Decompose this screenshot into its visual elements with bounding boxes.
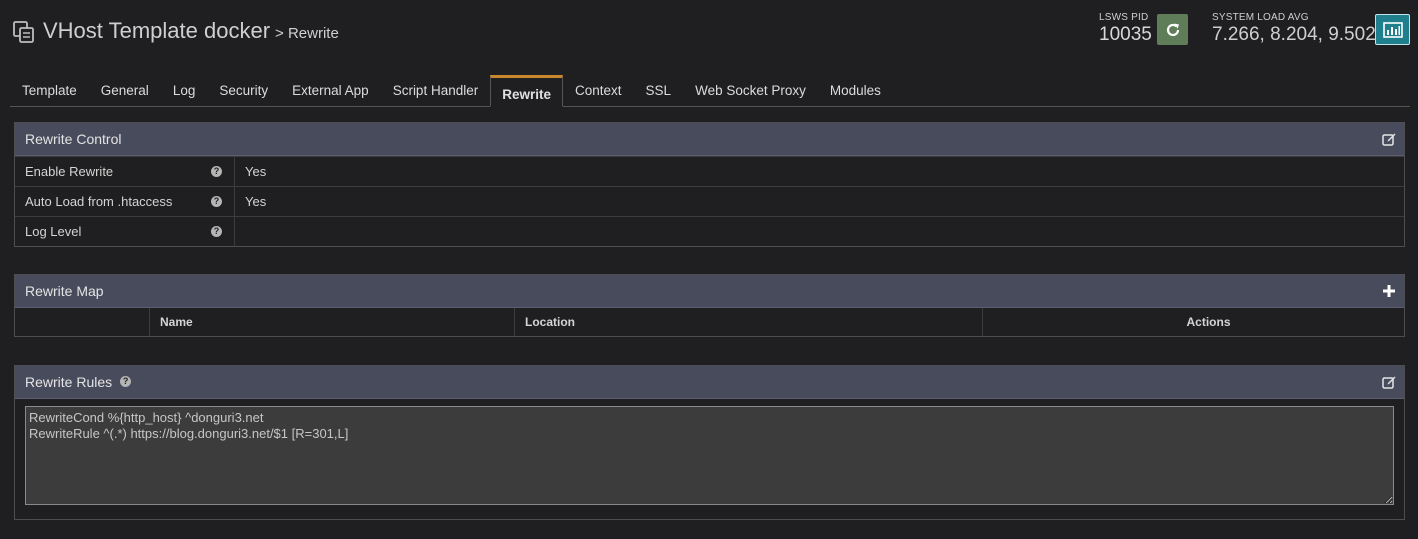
plus-icon[interactable] xyxy=(1382,284,1396,298)
rewrite-rules-body: RewriteCond %{http_host} ^donguri3.net R… xyxy=(15,399,1404,519)
tab-log[interactable]: Log xyxy=(161,75,208,106)
field-value: Yes xyxy=(245,164,267,179)
tab-external-app[interactable]: External App xyxy=(280,75,381,106)
page-title-group: VHost Template docker > Rewrite xyxy=(12,18,339,44)
row-label-cell: Enable Rewrite ? xyxy=(15,157,235,186)
pid-block: LSWS PID 10035 xyxy=(1099,12,1152,46)
page-header: VHost Template docker > Rewrite LSWS PID… xyxy=(0,0,1418,70)
rewrite-rules-textarea[interactable]: RewriteCond %{http_host} ^donguri3.net R… xyxy=(25,406,1394,505)
column-header xyxy=(15,308,150,336)
panel-title: Rewrite Control xyxy=(25,131,122,147)
tab-rewrite[interactable]: Rewrite xyxy=(490,75,564,107)
pid-label: LSWS PID xyxy=(1099,12,1149,23)
pid-value: 10035 xyxy=(1099,24,1152,45)
help-icon[interactable]: ? xyxy=(120,375,132,387)
page-title: VHost Template docker xyxy=(43,18,271,43)
help-icon[interactable]: ? xyxy=(211,226,222,237)
panel-title: Rewrite Rules xyxy=(25,374,113,390)
breadcrumb: > Rewrite xyxy=(275,25,339,42)
tab-modules[interactable]: Modules xyxy=(818,75,893,106)
tab-script-handler[interactable]: Script Handler xyxy=(381,75,491,106)
tab-general[interactable]: General xyxy=(89,75,161,106)
rewrite-rules-panel: Rewrite Rules ? RewriteCond %{http_host}… xyxy=(14,365,1405,520)
load-avg-block: SYSTEM LOAD AVG 7.266, 8.204, 9.502 xyxy=(1212,12,1376,46)
rewrite-map-panel: Rewrite Map Name Location Actions xyxy=(14,274,1405,337)
copy-icon xyxy=(13,21,34,43)
tab-web-socket-proxy[interactable]: Web Socket Proxy xyxy=(683,75,818,106)
edit-icon[interactable] xyxy=(1382,132,1396,146)
tab-ssl[interactable]: SSL xyxy=(634,75,684,106)
table-row: Log Level ? xyxy=(15,216,1404,246)
table-row: Enable Rewrite ? Yes xyxy=(15,156,1404,186)
row-label-cell: Auto Load from .htaccess ? xyxy=(15,187,235,216)
tab-context[interactable]: Context xyxy=(563,75,634,106)
table-header: Name Location Actions xyxy=(15,308,1404,336)
tab-security[interactable]: Security xyxy=(207,75,280,106)
stats-button[interactable] xyxy=(1375,14,1410,45)
rewrite-map-header: Rewrite Map xyxy=(15,275,1404,308)
refresh-icon xyxy=(1166,23,1179,36)
tab-template[interactable]: Template xyxy=(10,75,89,106)
restart-button[interactable] xyxy=(1157,14,1188,45)
load-avg-value: 7.266, 8.204, 9.502 xyxy=(1212,24,1376,45)
rewrite-control-header: Rewrite Control xyxy=(15,123,1404,156)
help-icon[interactable]: ? xyxy=(211,166,222,177)
field-label: Auto Load from .htaccess xyxy=(25,194,173,209)
field-value xyxy=(235,217,1404,246)
rewrite-rules-header: Rewrite Rules ? xyxy=(15,366,1404,399)
field-label: Log Level xyxy=(25,224,82,239)
field-label: Enable Rewrite xyxy=(25,164,114,179)
column-header-location[interactable]: Location xyxy=(515,308,983,336)
edit-icon[interactable] xyxy=(1382,375,1396,389)
tab-bar: Template General Log Security External A… xyxy=(10,75,1410,107)
column-header-actions: Actions xyxy=(1186,315,1231,329)
bar-chart-icon xyxy=(1382,21,1403,38)
load-avg-label: SYSTEM LOAD AVG xyxy=(1212,12,1309,23)
help-icon[interactable]: ? xyxy=(211,196,222,207)
table-row: Auto Load from .htaccess ? Yes xyxy=(15,186,1404,216)
row-label-cell: Log Level ? xyxy=(15,217,235,246)
column-header-name[interactable]: Name xyxy=(150,308,515,336)
panel-title: Rewrite Map xyxy=(25,283,104,299)
rewrite-control-panel: Rewrite Control Enable Rewrite ? Yes Aut… xyxy=(14,122,1405,247)
field-value: Yes xyxy=(245,194,267,209)
